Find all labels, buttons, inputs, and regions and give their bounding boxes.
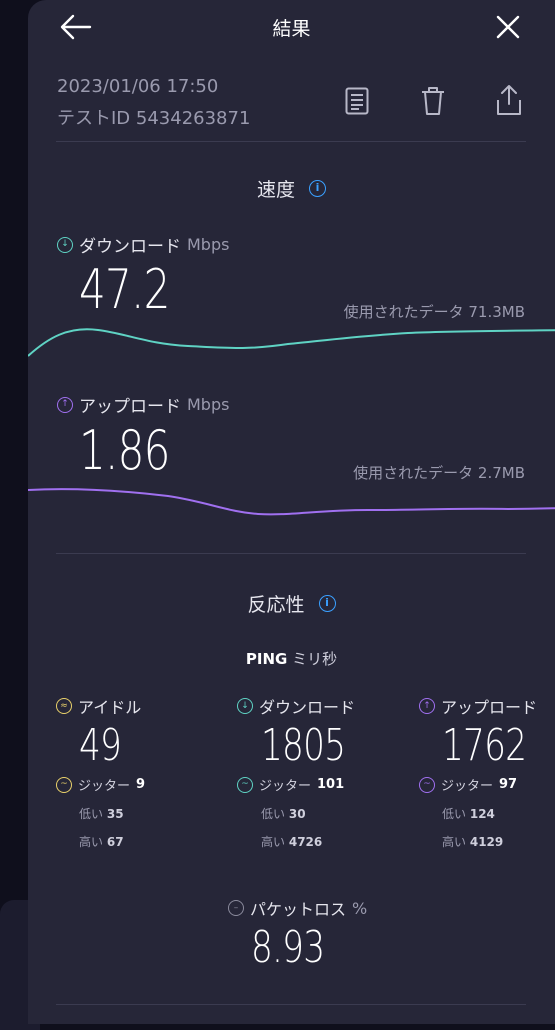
ping-header: PING ミリ秒: [28, 648, 555, 669]
share-icon: [497, 85, 521, 115]
ping-label: PING: [245, 650, 288, 668]
speed-section-title: 速度 i: [28, 175, 555, 202]
upload-ping-label: アップロード: [441, 698, 538, 717]
high-label: 高い: [261, 835, 286, 849]
packet-loss-icon: –: [228, 900, 244, 916]
idle-label-row: ≈ アイドル: [56, 694, 141, 718]
download-label: ダウンロード: [79, 237, 181, 257]
idle-icon: ≈: [56, 698, 72, 714]
high-label: 高い: [442, 835, 467, 849]
download-ping-value: 1805: [261, 720, 346, 771]
idle-low-row: 低い 35: [79, 805, 124, 822]
upload-speed-graph: [28, 488, 555, 516]
packet-loss-label-row: – パケットロス %: [228, 896, 367, 920]
download-label-row: ↓ ダウンロード Mbps: [57, 232, 229, 257]
upload-ping-label-row: ↑ アップロード: [419, 694, 537, 718]
responsiveness-info-icon[interactable]: i: [318, 595, 336, 612]
delete-button[interactable]: [416, 84, 450, 118]
results-sheet: 結果 2023/01/06 17:50 テストID 5434263871 速度 …: [28, 0, 555, 1024]
download-low-value: 30: [288, 807, 306, 821]
trash-icon: [422, 87, 444, 115]
download-ping-label-row: ↓ ダウンロード: [237, 694, 355, 718]
packet-loss-label: パケットロス: [250, 900, 347, 919]
idle-low-value: 35: [106, 807, 124, 821]
document-icon: [345, 87, 369, 115]
download-speed-graph: [28, 328, 555, 357]
upload-jitter-row: ~ ジッター 97: [419, 775, 517, 794]
download-high-value: 4726: [288, 835, 323, 849]
jitter-icon: ~: [419, 776, 435, 793]
upload-arrow-icon: ↑: [57, 396, 73, 413]
upload-arrow-icon: ↑: [419, 698, 435, 714]
download-jitter-row: ~ ジッター 101: [237, 775, 344, 794]
download-arrow-icon: ↓: [237, 698, 253, 714]
download-speed-value: 47.2: [79, 258, 170, 321]
ping-unit: ミリ秒: [292, 650, 338, 668]
idle-label: アイドル: [78, 698, 142, 717]
high-label: 高い: [79, 835, 104, 849]
idle-jitter-row: ~ ジッター 9: [56, 775, 145, 794]
jitter-icon: ~: [237, 776, 253, 793]
divider: [56, 553, 526, 554]
responsiveness-section-title: 反応性 i: [28, 590, 555, 617]
notes-button[interactable]: [340, 84, 374, 118]
upload-high-value: 4129: [469, 835, 504, 849]
idle-high-row: 高い 67: [79, 833, 124, 850]
test-id: テストID 5434263871: [57, 108, 251, 129]
packet-loss-unit: %: [352, 898, 368, 918]
upload-low-row: 低い 124: [442, 805, 495, 822]
idle-ping-value: 49: [79, 720, 122, 771]
upload-high-row: 高い 4129: [442, 833, 503, 850]
close-button[interactable]: [490, 12, 526, 42]
divider: [56, 1004, 526, 1005]
jitter-label: ジッター: [259, 779, 312, 794]
download-jitter-value: 101: [317, 777, 345, 792]
upload-label-row: ↑ アップロード Mbps: [57, 392, 229, 417]
divider: [56, 141, 526, 142]
page-title: 結果: [272, 18, 311, 40]
download-ping-label: ダウンロード: [259, 698, 356, 717]
upload-speed-value: 1.86: [79, 419, 170, 482]
speed-info-icon[interactable]: i: [309, 180, 326, 197]
idle-high-value: 67: [106, 835, 124, 849]
close-icon: [496, 15, 520, 39]
packet-loss-value: 8.93: [251, 922, 325, 973]
download-unit: Mbps: [187, 235, 230, 254]
upload-ping-value: 1762: [442, 720, 527, 771]
upload-data-used: 使用されたデータ 2.7MB: [353, 464, 525, 482]
share-button[interactable]: [492, 82, 526, 118]
upload-unit: Mbps: [187, 395, 230, 414]
download-arrow-icon: ↓: [57, 236, 73, 253]
low-label: 低い: [261, 807, 286, 821]
upload-label: アップロード: [79, 397, 181, 417]
jitter-label: ジッター: [78, 779, 131, 794]
download-high-row: 高い 4726: [261, 833, 322, 850]
jitter-icon: ~: [56, 776, 72, 793]
upload-low-value: 124: [469, 807, 495, 821]
test-datetime: 2023/01/06 17:50: [57, 76, 219, 97]
speed-title-text: 速度: [256, 179, 295, 201]
idle-jitter-value: 9: [136, 777, 146, 792]
download-low-row: 低い 30: [261, 805, 306, 822]
responsiveness-title-text: 反応性: [247, 594, 305, 616]
low-label: 低い: [79, 807, 104, 821]
upload-jitter-value: 97: [499, 777, 518, 792]
jitter-label: ジッター: [441, 779, 494, 794]
low-label: 低い: [442, 807, 467, 821]
